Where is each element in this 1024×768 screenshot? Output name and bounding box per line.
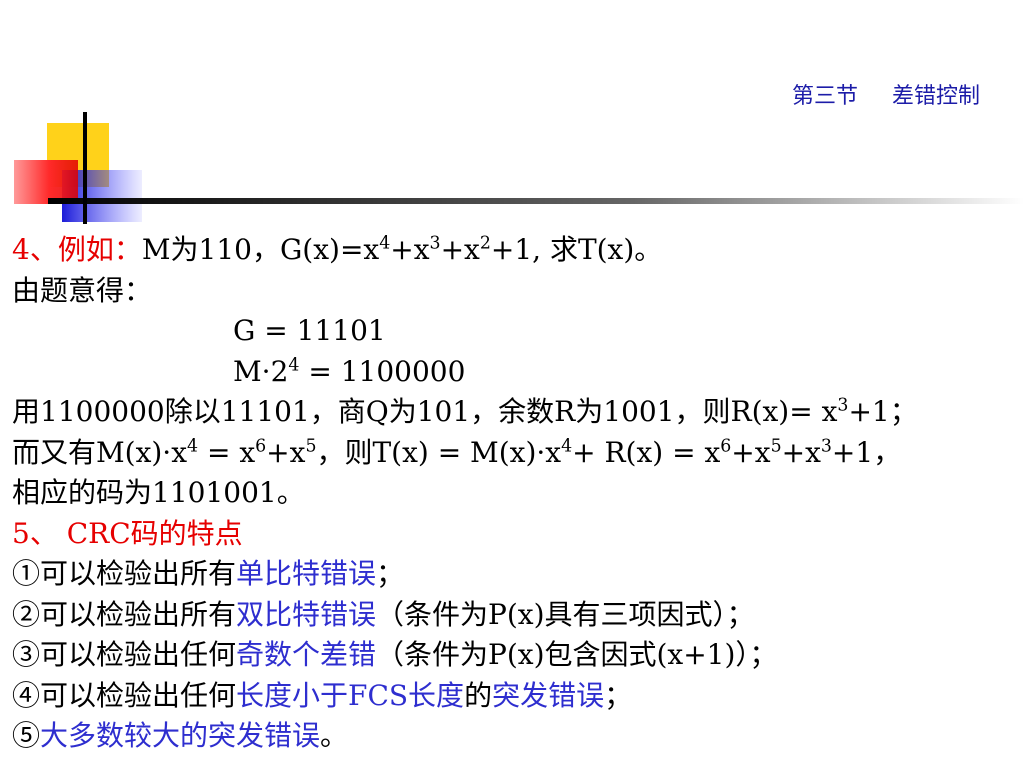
feature-item: ①可以检验出所有单比特错误； [12,557,405,590]
horizontal-rule [48,198,1024,204]
red-square [14,160,78,204]
section-number: 第三节 [791,84,858,109]
code-line: 相应的码为1101001。 [12,476,305,509]
m-line: M·24 = 1100000 [233,354,466,388]
example-text: M为110，G(x)=x4+x3+x2+1, 求T(x)。 [141,233,663,266]
vertical-rule [83,112,87,224]
given-line: 由题意得： [12,273,153,307]
tx-line: 而又有M(x)·x4 = x6+x5，则T(x) = M(x)·x4+ R(x)… [12,435,902,469]
section-header: 第三节 差错控制 [792,78,980,110]
feature-item: ④可以检验出任何长度小于FCS长度的突发错误； [12,678,633,712]
example-label: 4、例如： [12,233,142,266]
crc-heading: 5、 CRC码的特点 [12,516,243,550]
feature-item: ⑤大多数较大的突发错误。 [12,719,349,752]
g-line: G = 11101 [233,314,386,347]
feature-item: ③可以检验出任何奇数个差错（条件为P(x)包含因式(x+1)）； [12,638,778,671]
title-decoration [14,112,1024,224]
remainder-line: 用1100000除以11101，商Q为101，余数R为1001，则R(x)= x… [12,395,918,428]
example-line: 4、例如：M为110，G(x)=x4+x3+x2+1, 求T(x)。 [12,230,1017,271]
feature-item: ②可以检验出所有双比特错误（条件为P(x)具有三项因式）； [12,597,755,631]
slide-content: 4、例如：M为110，G(x)=x4+x3+x2+1, 求T(x)。 由题意得：… [12,230,1017,757]
section-title: 差错控制 [891,84,980,109]
